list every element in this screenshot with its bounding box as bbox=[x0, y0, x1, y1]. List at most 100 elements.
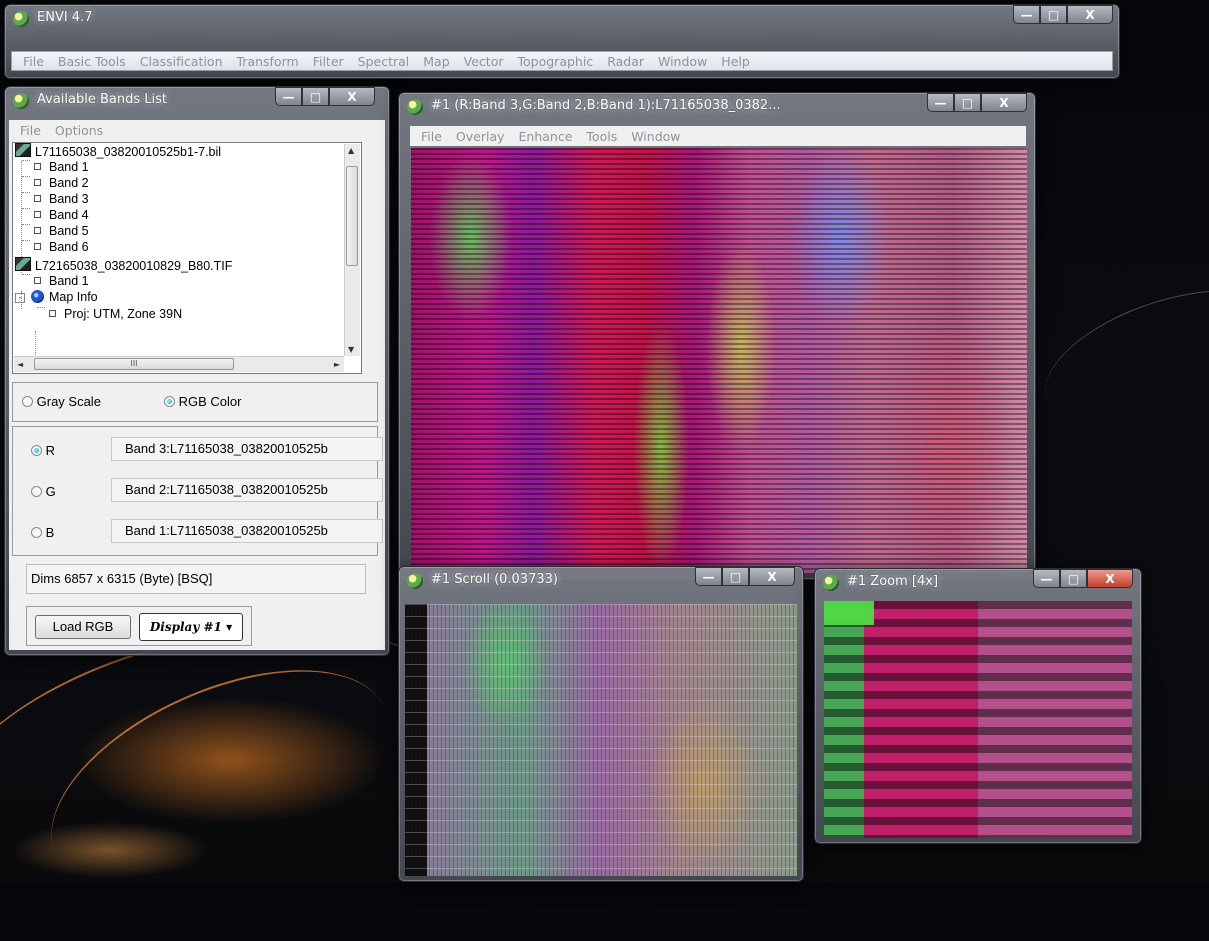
scroll-down-arrow-icon[interactable]: ▼ bbox=[348, 345, 354, 354]
tree-band-node[interactable]: Band 5 bbox=[22, 224, 89, 239]
load-rgb-button[interactable]: Load RGB bbox=[35, 615, 131, 639]
tree-vertical-scrollbar[interactable]: ▲ ▼ bbox=[344, 144, 360, 356]
window-title: #1 (R:Band 3,G:Band 2,B:Band 1):L7116503… bbox=[431, 98, 781, 113]
tree-band-node[interactable]: Band 4 bbox=[22, 208, 89, 223]
menu-topographic[interactable]: Topographic bbox=[513, 54, 599, 69]
maximize-button[interactable]: □ bbox=[722, 567, 749, 586]
tree-band-node[interactable]: Band 1 bbox=[22, 274, 89, 289]
close-button[interactable]: X bbox=[1067, 5, 1113, 24]
menu-enhance[interactable]: Enhance bbox=[514, 129, 578, 144]
menu-filter[interactable]: Filter bbox=[308, 54, 349, 69]
envi-logo-icon bbox=[823, 575, 839, 591]
gray-scale-option[interactable]: Gray Scale bbox=[22, 394, 101, 409]
green-band-field[interactable]: Band 2:L71165038_03820010525b bbox=[111, 478, 383, 502]
window-title: #1 Zoom [4x] bbox=[847, 574, 939, 589]
scroll-up-arrow-icon[interactable]: ▲ bbox=[348, 146, 354, 155]
tree-file-node[interactable]: L71165038_03820010525b1-7.bil bbox=[15, 143, 221, 159]
radio-icon[interactable] bbox=[31, 527, 42, 538]
red-band-field[interactable]: Band 3:L71165038_03820010525b bbox=[111, 437, 383, 461]
titlebar[interactable]: #1 Zoom [4x] — □ X bbox=[815, 569, 1141, 597]
tree-band-node[interactable]: Band 6 bbox=[22, 240, 89, 255]
tree-file-node[interactable]: L72165038_03820010829_B80.TIF bbox=[15, 257, 232, 273]
maximize-button[interactable]: □ bbox=[954, 93, 981, 112]
minimize-button[interactable]: — bbox=[1033, 569, 1060, 588]
band-tree[interactable]: L71165038_03820010525b1-7.bil Band 1 Ban… bbox=[12, 142, 362, 374]
menu-overlay[interactable]: Overlay bbox=[451, 129, 510, 144]
scroll-image-view[interactable] bbox=[405, 604, 797, 876]
tree-band-node[interactable]: Band 1 bbox=[22, 160, 89, 175]
dropdown-arrow-icon: ▾ bbox=[226, 620, 233, 634]
envi-logo-icon bbox=[13, 93, 29, 109]
close-button[interactable]: X bbox=[749, 567, 795, 586]
dims-field: Dims 6857 x 6315 (Byte) [BSQ] bbox=[26, 564, 366, 594]
radio-icon[interactable] bbox=[31, 445, 42, 456]
envi-logo-icon bbox=[407, 99, 423, 115]
globe-icon bbox=[31, 290, 44, 303]
menu-tools[interactable]: Tools bbox=[581, 129, 622, 144]
scroll-thumb[interactable] bbox=[346, 166, 358, 266]
menu-options[interactable]: Options bbox=[50, 123, 108, 138]
maximize-button[interactable]: □ bbox=[302, 87, 329, 106]
display-mode-group: Gray Scale RGB Color bbox=[12, 382, 378, 422]
channel-g-option[interactable]: G bbox=[31, 484, 56, 499]
minimize-button[interactable]: — bbox=[275, 87, 302, 106]
menu-file[interactable]: File bbox=[18, 54, 49, 69]
menu-file[interactable]: File bbox=[15, 123, 46, 138]
window-controls: — □ X bbox=[1033, 569, 1133, 589]
zoom-image-view[interactable] bbox=[824, 601, 1132, 838]
menu-classification[interactable]: Classification bbox=[135, 54, 228, 69]
rgb-color-option[interactable]: RGB Color bbox=[164, 394, 241, 409]
menu-spectral[interactable]: Spectral bbox=[353, 54, 415, 69]
load-controls: Load RGB Display #1 ▾ bbox=[26, 606, 252, 646]
minimize-button[interactable]: — bbox=[695, 567, 722, 586]
titlebar[interactable]: ENVI 4.7 — □ X bbox=[5, 5, 1119, 33]
menu-transform[interactable]: Transform bbox=[232, 54, 304, 69]
main-image-view[interactable] bbox=[411, 148, 1027, 573]
menu-window[interactable]: Window bbox=[653, 54, 712, 69]
menu-vector[interactable]: Vector bbox=[459, 54, 509, 69]
menu-basic-tools[interactable]: Basic Tools bbox=[53, 54, 131, 69]
channel-r-option[interactable]: R bbox=[31, 443, 55, 458]
menu-file[interactable]: File bbox=[416, 129, 447, 144]
scroll-left-arrow-icon[interactable]: ◄ bbox=[17, 360, 23, 369]
radio-icon[interactable] bbox=[31, 486, 42, 497]
bands-menubar: File Options bbox=[9, 120, 385, 140]
display-dropdown[interactable]: Display #1 ▾ bbox=[139, 613, 243, 641]
titlebar[interactable]: #1 Scroll (0.03733) — □ X bbox=[399, 567, 803, 595]
maximize-button[interactable]: □ bbox=[1060, 569, 1087, 588]
tree-band-node[interactable]: Band 2 bbox=[22, 176, 89, 191]
window-title: ENVI 4.7 bbox=[37, 10, 93, 25]
tree-horizontal-scrollbar[interactable]: ◄ III ► bbox=[14, 356, 344, 372]
tree-map-info-node[interactable]: - Map Info bbox=[15, 290, 98, 305]
radio-icon[interactable] bbox=[164, 396, 175, 407]
scroll-thumb[interactable]: III bbox=[34, 358, 234, 370]
radio-icon[interactable] bbox=[22, 396, 33, 407]
menu-window[interactable]: Window bbox=[626, 129, 685, 144]
menu-radar[interactable]: Radar bbox=[602, 54, 649, 69]
wallpaper-streak bbox=[1027, 262, 1209, 459]
scroll-right-arrow-icon[interactable]: ► bbox=[334, 360, 340, 369]
tree-proj-node[interactable]: Proj: UTM, Zone 39N bbox=[37, 307, 182, 322]
minimize-button[interactable]: — bbox=[927, 93, 954, 112]
tree-band-node[interactable]: Band 3 bbox=[22, 192, 89, 207]
maximize-button[interactable]: □ bbox=[1040, 5, 1067, 24]
menu-help[interactable]: Help bbox=[716, 54, 755, 69]
titlebar[interactable]: Available Bands List — □ X bbox=[5, 87, 389, 115]
close-button[interactable]: X bbox=[981, 93, 1027, 112]
display-menubar: File Overlay Enhance Tools Window bbox=[410, 126, 1026, 146]
close-button[interactable]: X bbox=[1087, 569, 1133, 588]
raster-file-icon bbox=[15, 143, 31, 157]
envi-logo-icon bbox=[13, 11, 29, 27]
window-controls: — □ X bbox=[1013, 5, 1113, 25]
minimize-button[interactable]: — bbox=[1013, 5, 1040, 24]
channel-b-option[interactable]: B bbox=[31, 525, 54, 540]
titlebar[interactable]: #1 (R:Band 3,G:Band 2,B:Band 1):L7116503… bbox=[399, 93, 1035, 121]
window-title: #1 Scroll (0.03733) bbox=[431, 572, 558, 587]
window-controls: — □ X bbox=[695, 567, 795, 587]
close-button[interactable]: X bbox=[329, 87, 375, 106]
envi-main-window: ENVI 4.7 — □ X File Basic Tools Classifi… bbox=[4, 4, 1120, 79]
menu-map[interactable]: Map bbox=[418, 54, 454, 69]
blue-band-field[interactable]: Band 1:L71165038_03820010525b bbox=[111, 519, 383, 543]
collapse-toggle-icon[interactable]: - bbox=[15, 293, 25, 303]
main-menubar: File Basic Tools Classification Transfor… bbox=[11, 51, 1113, 71]
